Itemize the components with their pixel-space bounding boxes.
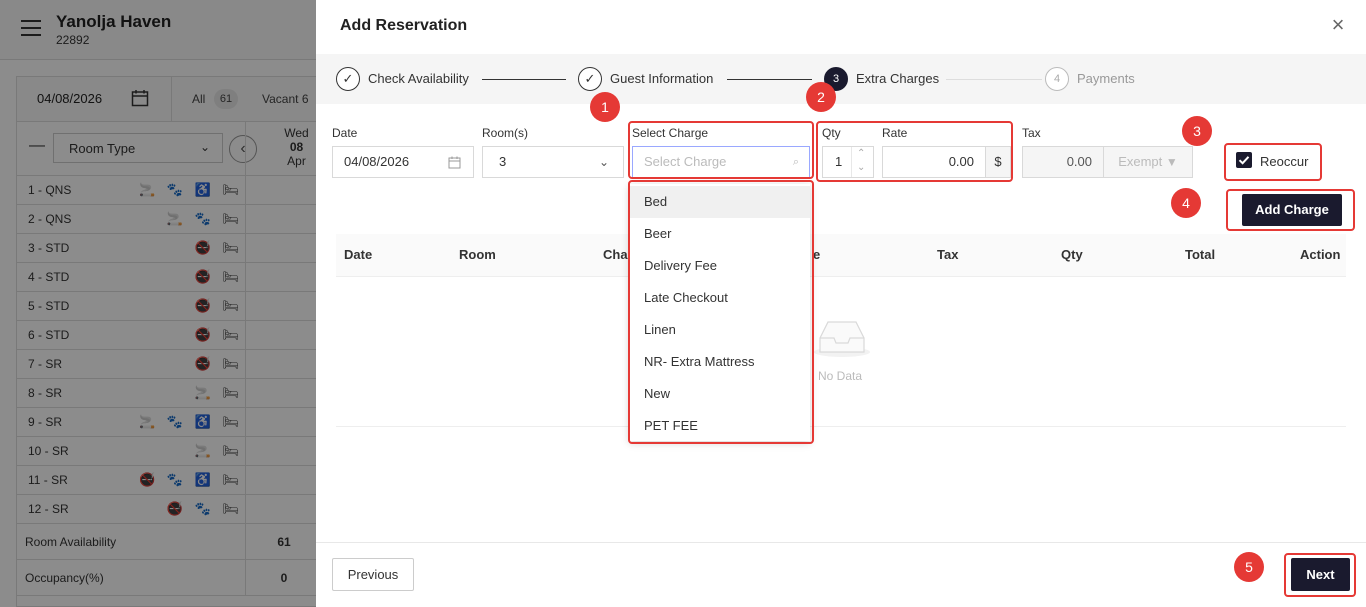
- drawer-title: Add Reservation: [340, 17, 468, 34]
- check-icon: ✓: [336, 67, 360, 91]
- step-label: Guest Information: [610, 71, 714, 86]
- highlight-box-dropdown: [628, 180, 814, 444]
- calendar-icon: [448, 156, 461, 169]
- date-field[interactable]: 04/08/2026: [332, 146, 474, 178]
- highlight-box-add-charge: [1226, 189, 1355, 231]
- empty-inbox-icon: [814, 321, 870, 357]
- step-label: Extra Charges: [856, 71, 940, 86]
- step-label: Payments: [1077, 71, 1135, 86]
- rooms-label: Room(s): [482, 126, 529, 140]
- annotation-badge-1: 1: [590, 92, 620, 122]
- highlight-box-qty-rate: [816, 121, 1013, 182]
- check-icon: ✓: [578, 67, 602, 91]
- annotation-badge-5: 5: [1234, 552, 1264, 582]
- col-date: Date: [344, 247, 373, 262]
- exempt-label: Exempt: [1118, 154, 1163, 169]
- stepper: ✓ Check Availability ✓ Guest Information…: [316, 54, 1366, 104]
- step-connector: [482, 79, 566, 80]
- exempt-select[interactable]: Exempt ▼: [1103, 146, 1193, 178]
- step-label: Check Availability: [368, 71, 469, 86]
- table-bottom-border: [336, 426, 1346, 427]
- annotation-badge-2: 2: [806, 82, 836, 112]
- caret-down-icon: ▼: [1165, 155, 1178, 169]
- col-rate: e: [813, 247, 821, 262]
- col-qty: Qty: [1061, 247, 1083, 262]
- rooms-select[interactable]: 3 ⌄: [482, 146, 624, 178]
- step-number: 4: [1045, 67, 1069, 91]
- highlight-box-select-charge: [628, 121, 814, 179]
- footer-divider: [316, 542, 1366, 543]
- charges-table-header: Date Room Charg e Tax Qty Total Action: [336, 234, 1346, 277]
- annotation-badge-4: 4: [1171, 188, 1201, 218]
- col-action: Action: [1300, 247, 1341, 262]
- previous-button[interactable]: Previous: [332, 558, 414, 591]
- rooms-value: 3: [499, 154, 507, 169]
- empty-text: No Data: [818, 369, 863, 383]
- date-label: Date: [332, 126, 358, 140]
- date-value: 04/08/2026: [344, 154, 410, 169]
- close-icon[interactable]: ×: [1329, 14, 1347, 36]
- highlight-box-reoccur: [1224, 143, 1322, 181]
- step-connector: [946, 79, 1042, 80]
- chevron-down-icon: ⌄: [598, 155, 609, 169]
- col-room: Room: [459, 247, 496, 262]
- annotation-badge-3: 3: [1182, 116, 1212, 146]
- modal-overlay[interactable]: [0, 0, 316, 607]
- add-reservation-drawer: Add Reservation × ✓ Check Availability ✓…: [316, 0, 1366, 607]
- step-connector: [727, 79, 812, 80]
- tax-value: 0.00: [1066, 154, 1092, 169]
- col-total: Total: [1185, 247, 1216, 262]
- tax-label: Tax: [1022, 126, 1041, 140]
- next-button[interactable]: Next: [1291, 558, 1350, 591]
- tax-input: 0.00: [1022, 146, 1104, 178]
- col-tax: Tax: [937, 247, 959, 262]
